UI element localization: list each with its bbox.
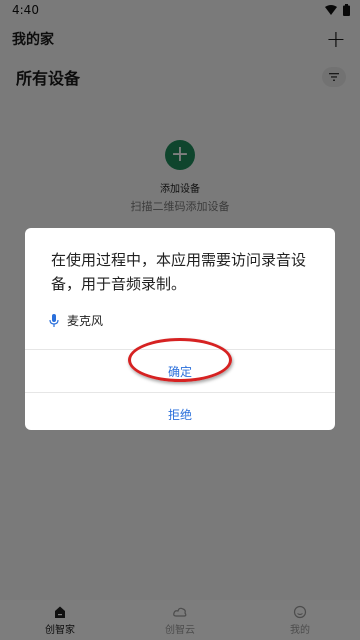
- dialog-message: 在使用过程中，本应用需要访问录音设备，用于音频录制。: [51, 251, 307, 293]
- deny-button[interactable]: 拒绝: [25, 393, 335, 430]
- permission-dialog: 在使用过程中，本应用需要访问录音设备，用于音频录制。 麦克风 确定 拒绝: [25, 228, 335, 430]
- permission-item: 麦克风: [25, 296, 335, 329]
- permission-label: 麦克风: [67, 314, 104, 328]
- confirm-button[interactable]: 确定: [25, 350, 335, 392]
- microphone-icon: [49, 313, 59, 327]
